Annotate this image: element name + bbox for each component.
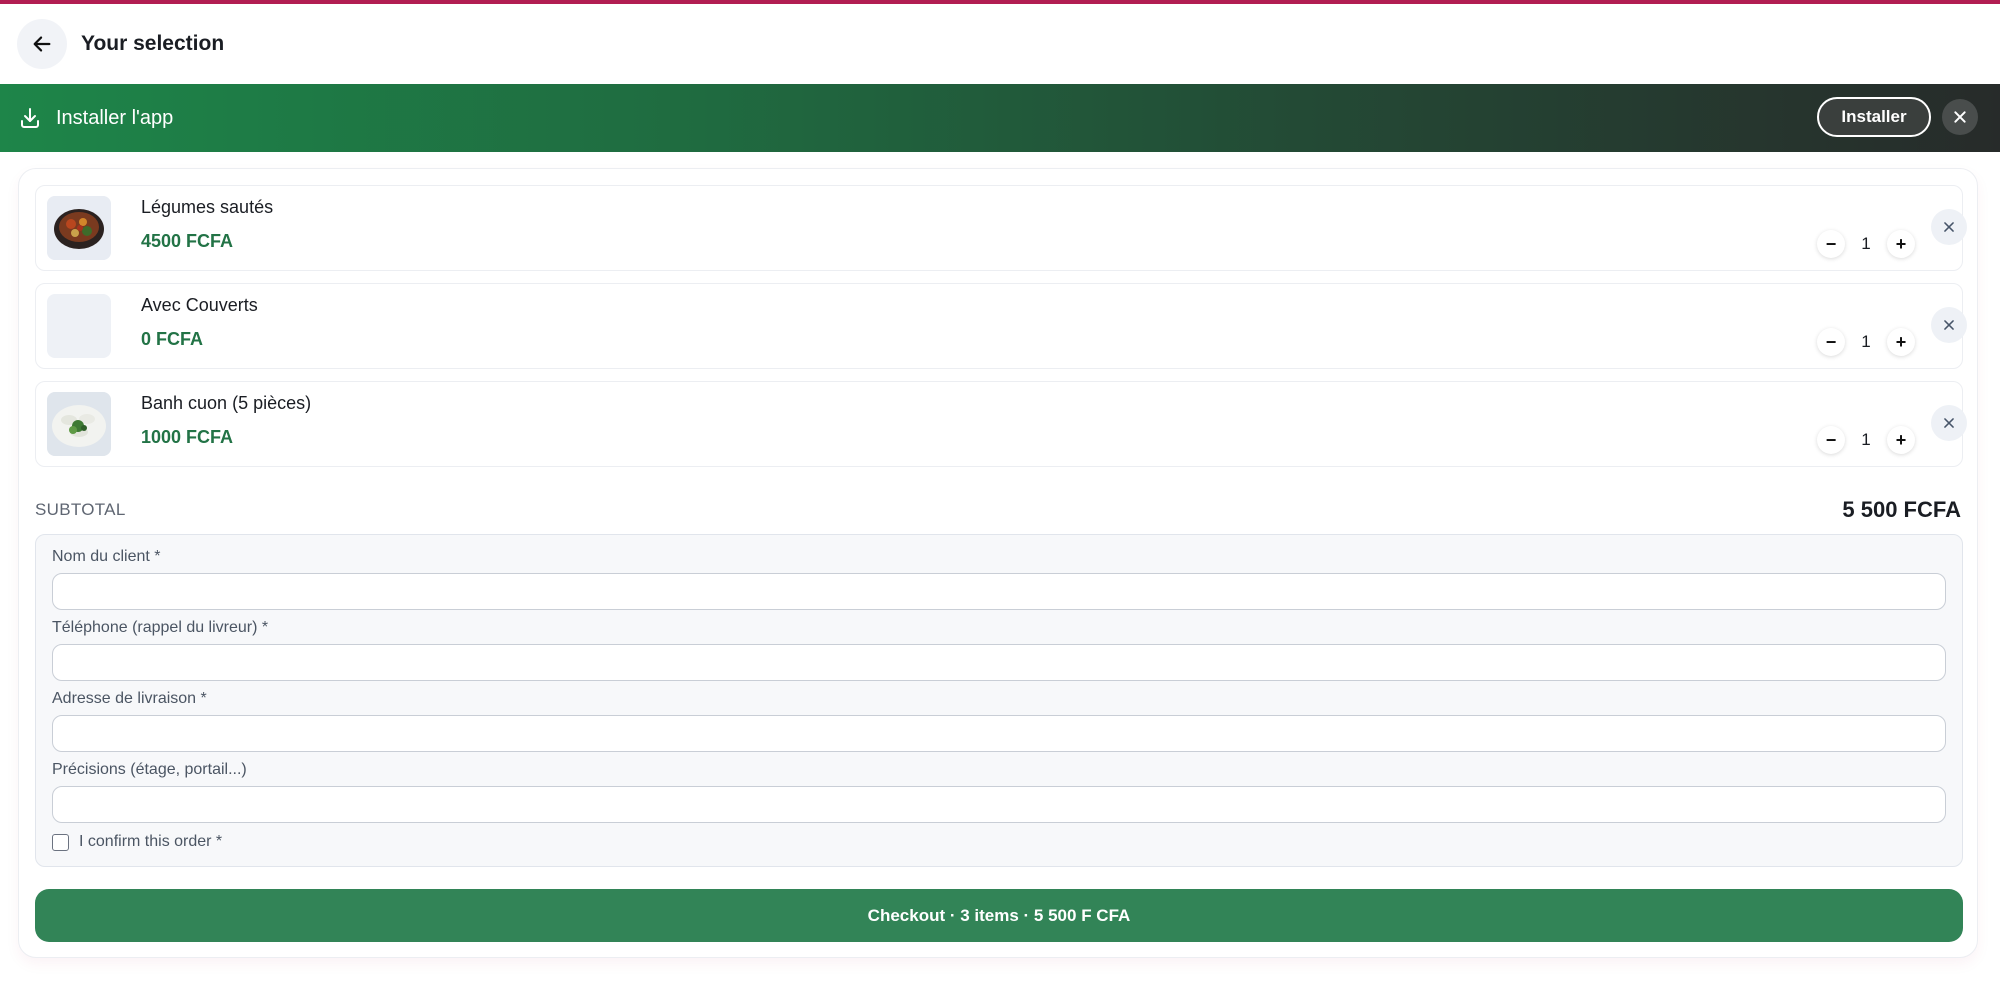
- item-thumbnail-placeholder: [47, 294, 111, 358]
- quantity-stepper: − 1 +: [1817, 425, 1915, 455]
- remove-item-button[interactable]: [1931, 209, 1967, 245]
- customer-name-input[interactable]: [52, 573, 1946, 610]
- confirm-order-checkbox[interactable]: [52, 833, 69, 851]
- remove-item-button[interactable]: [1931, 307, 1967, 343]
- decrease-quantity-button[interactable]: −: [1817, 230, 1845, 258]
- delivery-form: Nom du client * Téléphone (rappel du liv…: [35, 534, 1963, 867]
- details-input[interactable]: [52, 786, 1946, 823]
- close-icon: [1944, 222, 1954, 232]
- phone-input[interactable]: [52, 644, 1946, 681]
- download-icon: [21, 108, 39, 128]
- address-input[interactable]: [52, 715, 1946, 752]
- remove-item-button[interactable]: [1931, 405, 1967, 441]
- increase-quantity-button[interactable]: +: [1887, 426, 1915, 454]
- address-label: Adresse de livraison *: [52, 690, 207, 707]
- increase-quantity-button[interactable]: +: [1887, 230, 1915, 258]
- subtotal-value: 5 500 FCFA: [1842, 497, 1961, 522]
- quantity-stepper: − 1 +: [1817, 229, 1915, 259]
- cart-item: Légumes sautés 4500 FCFA − 1 +: [35, 185, 1967, 271]
- cart-panel: Légumes sautés 4500 FCFA − 1 + Avec Couv…: [18, 168, 1978, 958]
- confirm-order-label: I confirm this order *: [79, 833, 223, 850]
- item-thumbnail: [47, 392, 111, 456]
- item-name: Légumes sautés: [141, 197, 274, 217]
- subtotal-label: SUBTOTAL: [35, 500, 126, 519]
- quantity-value: 1: [1861, 430, 1871, 449]
- checkout-button[interactable]: Checkout · 3 items · 5 500 F CFA: [35, 889, 1963, 942]
- item-name: Banh cuon (5 pièces): [141, 393, 312, 413]
- item-thumbnail: [47, 196, 111, 260]
- increase-quantity-button[interactable]: +: [1887, 328, 1915, 356]
- cart-item: Banh cuon (5 pièces) 1000 FCFA − 1 +: [35, 381, 1967, 467]
- decrease-quantity-button[interactable]: −: [1817, 328, 1845, 356]
- confirm-order-row: I confirm this order *: [52, 833, 222, 851]
- banner-close-button[interactable]: [1942, 99, 1978, 135]
- install-app-label: Installer l'app: [56, 106, 174, 129]
- back-button[interactable]: [17, 19, 67, 69]
- customer-name-label: Nom du client *: [52, 548, 161, 565]
- item-price: 0 FCFA: [141, 329, 204, 349]
- phone-label: Téléphone (rappel du livreur) *: [52, 619, 269, 636]
- close-icon: [1944, 320, 1954, 330]
- quantity-value: 1: [1861, 332, 1871, 351]
- close-icon: [1954, 111, 1966, 123]
- decrease-quantity-button[interactable]: −: [1817, 426, 1845, 454]
- quantity-stepper: − 1 +: [1817, 327, 1915, 357]
- item-price: 4500 FCFA: [141, 231, 234, 251]
- install-app-banner: Installer l'app Installer: [0, 84, 2000, 152]
- close-icon: [1944, 418, 1954, 428]
- item-name: Avec Couverts: [141, 295, 258, 315]
- item-price: 1000 FCFA: [141, 427, 234, 447]
- arrow-left-icon: [33, 36, 51, 52]
- header: Your selection: [0, 4, 2000, 84]
- quantity-value: 1: [1861, 234, 1871, 253]
- install-button[interactable]: Installer: [1817, 97, 1931, 137]
- cart-item: Avec Couverts 0 FCFA − 1 +: [35, 283, 1967, 369]
- details-label: Précisions (étage, portail...): [52, 761, 247, 778]
- page-title: Your selection: [81, 32, 225, 55]
